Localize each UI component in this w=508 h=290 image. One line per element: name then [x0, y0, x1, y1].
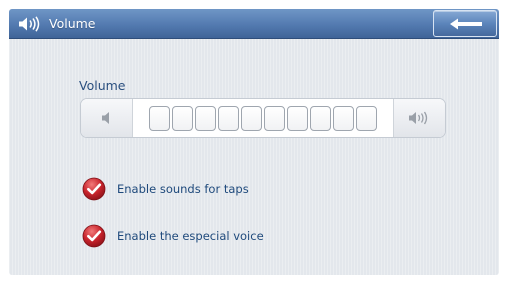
back-button[interactable] — [433, 10, 497, 37]
volume-segment[interactable] — [218, 106, 239, 131]
volume-segment[interactable] — [333, 106, 354, 131]
checkbox-checked-icon[interactable] — [82, 224, 106, 248]
volume-up-icon — [409, 111, 428, 125]
volume-segment[interactable] — [172, 106, 193, 131]
volume-segment[interactable] — [149, 106, 170, 131]
volume-level-track[interactable] — [149, 106, 381, 131]
back-arrow-icon — [450, 18, 482, 30]
volume-down-button[interactable] — [81, 99, 133, 137]
volume-segment[interactable] — [310, 106, 331, 131]
volume-segment[interactable] — [195, 106, 216, 131]
volume-segment[interactable] — [264, 106, 285, 131]
title-bar: Volume — [9, 9, 499, 39]
enable-tap-sounds-option[interactable]: Enable sounds for taps — [79, 176, 339, 202]
volume-settings-screen: Volume Volume Enable sounds for taps Ena… — [9, 9, 499, 275]
enable-tap-sounds-label: Enable sounds for taps — [117, 182, 249, 196]
enable-especial-voice-label: Enable the especial voice — [117, 229, 264, 243]
volume-segment[interactable] — [241, 106, 262, 131]
volume-up-button[interactable] — [393, 99, 445, 137]
speaker-icon — [19, 16, 40, 32]
volume-label: Volume — [79, 78, 126, 93]
enable-especial-voice-option[interactable]: Enable the especial voice — [79, 223, 339, 249]
volume-down-icon — [102, 112, 109, 124]
volume-slider — [80, 98, 446, 138]
checkbox-checked-icon[interactable] — [82, 177, 106, 201]
volume-segment[interactable] — [287, 106, 308, 131]
page-title: Volume — [49, 16, 96, 31]
volume-segment[interactable] — [356, 106, 377, 131]
